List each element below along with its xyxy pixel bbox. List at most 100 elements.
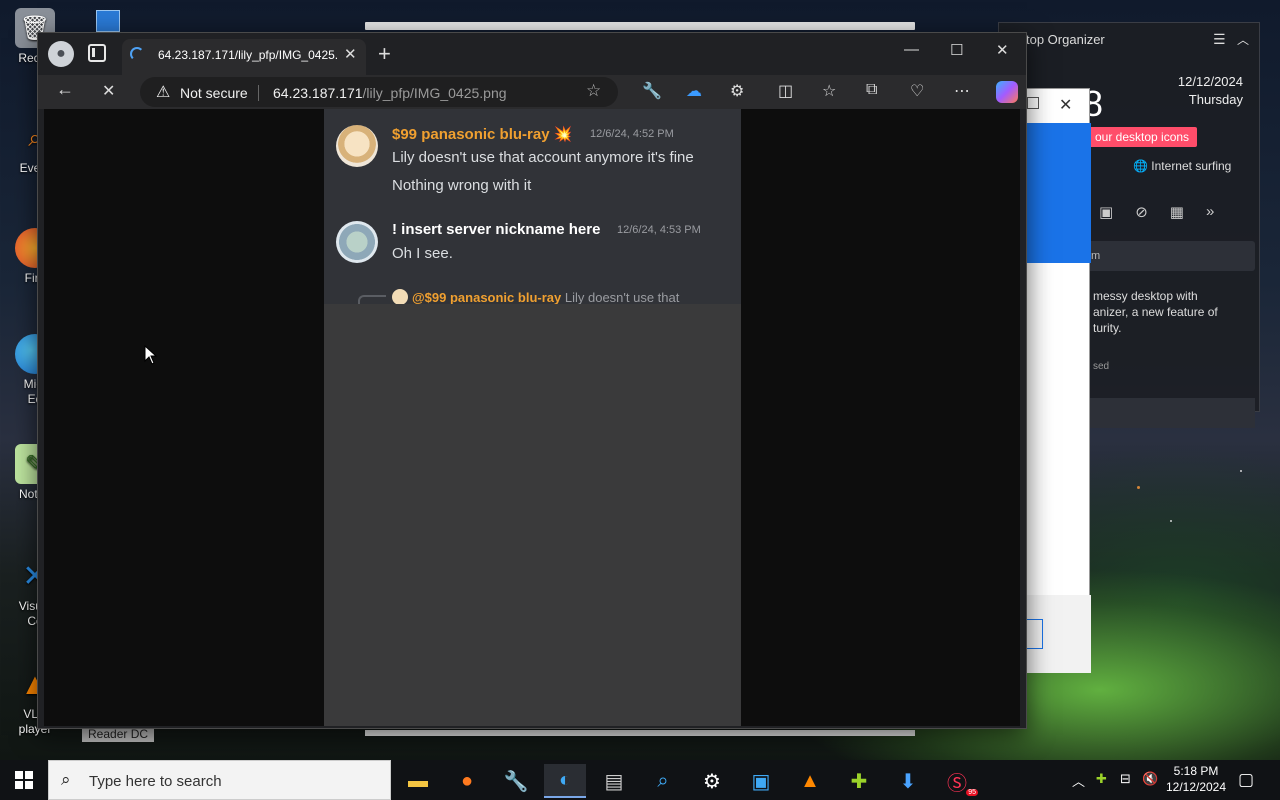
plus-app-icon[interactable]: ✚ xyxy=(838,764,880,798)
avatar xyxy=(336,125,378,167)
back-icon[interactable]: ← xyxy=(56,79,74,100)
network-icon[interactable]: ⊟ xyxy=(1120,771,1131,787)
favorite-star-icon[interactable]: ☆ xyxy=(586,81,601,101)
extension-wrench-icon[interactable]: 🔧 xyxy=(642,81,662,101)
new-tab-icon[interactable]: + xyxy=(378,41,391,67)
tool-app-icon[interactable]: 🔧 xyxy=(495,764,537,798)
star xyxy=(1170,520,1172,522)
organizer-footer[interactable] xyxy=(1087,398,1255,428)
file-explorer-icon[interactable]: ▬ xyxy=(397,764,439,798)
vlc-taskbar-icon[interactable]: ▲ xyxy=(789,764,831,798)
top-scroll-bar[interactable] xyxy=(365,22,915,30)
organizer-card[interactable]: m xyxy=(1087,241,1255,271)
organizer-date: 12/12/2024 xyxy=(1177,74,1243,89)
copilot-icon[interactable] xyxy=(996,81,1018,103)
action-center-icon[interactable]: ▢ xyxy=(1238,770,1254,790)
calculator-icon[interactable]: ▦ xyxy=(1170,203,1184,221)
maximize-icon[interactable] xyxy=(1027,97,1039,109)
message-line: Nothing wrong with it xyxy=(392,177,532,194)
start-button[interactable] xyxy=(0,760,48,800)
bottom-scroll-bar[interactable] xyxy=(365,730,915,736)
reply-connector xyxy=(358,295,386,304)
address-bar[interactable]: ⚠ Not secure 64.23.187.171/lily_pfp/IMG_… xyxy=(140,77,618,107)
search-app-icon[interactable]: ⌕ xyxy=(642,764,684,798)
internet-surfing-button[interactable]: 🌐 Internet surfing xyxy=(1133,159,1231,173)
close-window-icon[interactable]: ✕ xyxy=(996,41,1009,59)
hide-eye-icon[interactable]: ⊘ xyxy=(1135,203,1148,221)
collapse-icon[interactable]: ︿ xyxy=(1237,31,1249,48)
taskbar-clock[interactable]: 5:18 PM 12/12/2024 xyxy=(1160,763,1232,795)
organizer-promo-text: messy desktop with anizer, a new feature… xyxy=(1093,289,1218,335)
reply-author: @$99 panasonic blu-ray xyxy=(412,290,562,304)
author-name: $99 panasonic blu-ray xyxy=(392,126,550,143)
organizer-small-text: sed xyxy=(1093,361,1110,372)
maximize-window-icon[interactable]: ☐ xyxy=(950,41,963,59)
more-chevron-icon[interactable]: » xyxy=(1206,203,1214,221)
extensions-puzzle-icon[interactable]: ⚙ xyxy=(730,81,744,101)
more-options-icon[interactable]: ⋯ xyxy=(954,81,970,101)
security-label[interactable]: Not secure xyxy=(180,85,248,101)
organizer-date-block: 12/12/2024 Thursday xyxy=(1178,73,1243,109)
browser-window: ● 64.23.187.171/lily_pfp/IMG_0425. ✕ + —… xyxy=(37,32,1027,729)
windows-logo-icon xyxy=(15,771,33,789)
profile-icon[interactable]: ● xyxy=(48,41,74,67)
image-display: $99 panasonic blu-ray 💥 12/6/24, 4:52 PM… xyxy=(324,109,741,726)
organizer-day: Thursday xyxy=(1188,92,1243,107)
remote-desktop-icon[interactable]: ▤ xyxy=(593,764,635,798)
message-line: Oh I see. xyxy=(392,245,453,262)
split-screen-icon[interactable]: ◫ xyxy=(778,81,793,101)
mouse-cursor-icon xyxy=(144,345,158,365)
volume-muted-icon[interactable]: 🔇 xyxy=(1142,771,1158,787)
menu-icon[interactable]: ☰ xyxy=(1213,31,1226,48)
close-icon[interactable]: ✕ xyxy=(1059,95,1072,115)
minimize-icon[interactable]: — xyxy=(904,41,919,58)
clock-date: 12/12/2024 xyxy=(1165,780,1227,794)
organizer-toolbar: ▣ ⊘ ▦ » xyxy=(1099,203,1214,221)
globe-icon: 🌐 xyxy=(1133,159,1148,173)
reply-text: Lily doesn't use that xyxy=(564,290,680,304)
dialog-button[interactable] xyxy=(1025,619,1043,649)
favorites-icon[interactable]: ☆ xyxy=(822,81,836,101)
url-path: /lily_pfp/IMG_0425.png xyxy=(362,85,507,101)
warning-icon: ⚠ xyxy=(156,84,171,101)
star xyxy=(1137,486,1140,489)
tab-actions-icon[interactable] xyxy=(88,44,106,62)
message-timestamp: 12/6/24, 4:53 PM xyxy=(617,224,701,236)
chat-screenshot: $99 panasonic blu-ray 💥 12/6/24, 4:52 PM… xyxy=(324,109,741,304)
author-emoji: 💥 xyxy=(553,126,573,143)
hide-desktop-icons-button[interactable]: our desktop icons xyxy=(1087,127,1198,147)
stop-loading-icon[interactable]: ✕ xyxy=(102,81,115,101)
cloud-extension-icon[interactable]: ☁ xyxy=(686,81,702,101)
image-icon[interactable]: ▣ xyxy=(1099,203,1113,221)
tab-title: 64.23.187.171/lily_pfp/IMG_0425. xyxy=(158,48,338,62)
clock-time: 5:18 PM xyxy=(1173,764,1219,778)
window-app-icon[interactable]: ▣ xyxy=(740,764,782,798)
performance-icon[interactable]: ♡ xyxy=(910,81,924,101)
collections-icon[interactable]: ⧉ xyxy=(866,81,877,99)
url-text[interactable]: 64.23.187.171/lily_pfp/IMG_0425.png xyxy=(273,85,507,101)
taskbar-search[interactable]: ⌕ Type here to search xyxy=(48,760,391,800)
tray-app-icon[interactable]: ✚ xyxy=(1096,771,1107,787)
internet-surfing-label: Internet surfing xyxy=(1151,159,1232,173)
tab-image[interactable]: 64.23.187.171/lily_pfp/IMG_0425. ✕ xyxy=(122,39,366,75)
search-placeholder: Type here to search xyxy=(89,773,222,790)
taskbar: ⌕ Type here to search ▬ ● 🔧 ◐ ▤ ⌕ ⚙ ▣ ▲ … xyxy=(0,760,1280,800)
edge-taskbar-icon[interactable]: ◐ xyxy=(544,764,586,798)
avatar xyxy=(336,221,378,263)
settings-icon[interactable]: ⚙ xyxy=(691,764,733,798)
download-app-icon[interactable]: ⬇ xyxy=(887,764,929,798)
tab-close-icon[interactable]: ✕ xyxy=(344,45,357,63)
notification-badge: 95 xyxy=(966,789,978,796)
loading-spinner-icon xyxy=(130,47,144,61)
message-timestamp: 12/6/24, 4:52 PM xyxy=(590,128,674,140)
message-author: $99 panasonic blu-ray 💥 xyxy=(392,125,572,143)
desktop-shortcut-icon[interactable] xyxy=(96,10,120,32)
search-icon: ⌕ xyxy=(61,770,71,789)
tray-expand-icon[interactable]: ︿ xyxy=(1072,771,1085,790)
message-author: ! insert server nickname here xyxy=(392,221,601,238)
message-line: Lily doesn't use that account anymore it… xyxy=(392,149,694,166)
address-divider xyxy=(258,85,259,101)
skype-icon[interactable]: Ⓢ 95 xyxy=(936,764,978,798)
page-viewport: $99 panasonic blu-ray 💥 12/6/24, 4:52 PM… xyxy=(44,109,1020,726)
firefox-taskbar-icon[interactable]: ● xyxy=(446,764,488,798)
